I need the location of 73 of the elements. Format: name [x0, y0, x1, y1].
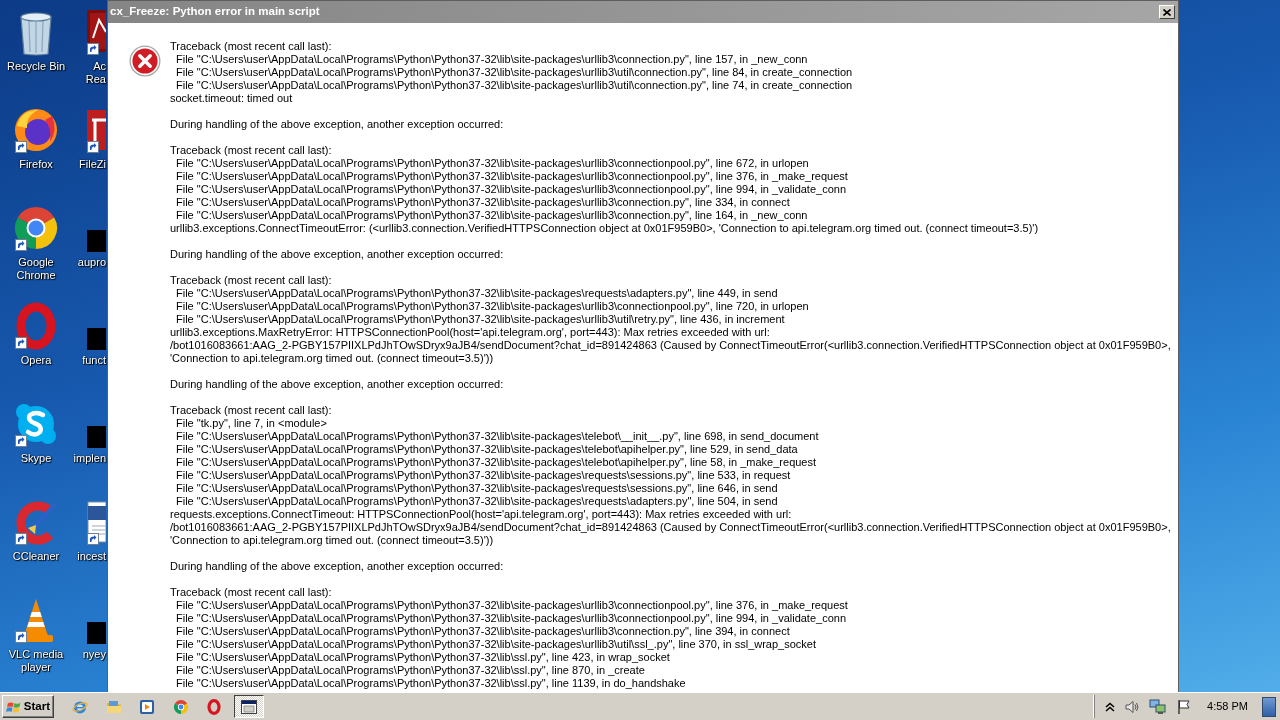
traceback-header: Traceback (most recent call last):	[170, 404, 333, 417]
exception-line: socket.timeout: timed out	[170, 92, 294, 105]
chevron-up-icon[interactable]	[1105, 701, 1116, 712]
start-button[interactable]: Start	[2, 695, 54, 718]
stack-frame-line: File "C:\Users\user\AppData\Local\Programs\Python\Python37-32\lib\site-packages\urllib3\connectionpool.py", line 994, in _validate_conn	[175, 612, 848, 625]
exception-note: During handling of the above exception, another exception occurred:	[170, 560, 505, 573]
stack-frame-line: File "tk.py", line 7, in <module>	[175, 417, 328, 430]
speaker-icon[interactable]	[1124, 698, 1141, 715]
stack-frame-line: File "C:\Users\user\AppData\Local\Programs\Python\Python37-32\lib\site-packages\urllib3\util\connection.py", line 84, in create_connection	[175, 66, 854, 79]
exception-note: During handling of the above exception, another exception occurred:	[170, 118, 505, 131]
desktop-shortcut[interactable]: Skype	[12, 400, 60, 465]
exception-line: /bot1016083661:AAG_2-PGBY157PIIXLPdJhTOwSDryx9aJB4/sendDocument?chat_id=891424863 (Caused by ConnectTimeoutError(<urllib3.connection.VerifiedHTTPSConnection object at 0x01F959B0>,	[170, 521, 1171, 534]
stack-frame-line: File "C:\Users\user\AppData\Local\Programs\Python\Python37-32\lib\site-packages\urllib3\connectionpool.py", line 376, in _make_request	[175, 599, 849, 612]
desktop-shortcut[interactable]: implen	[73, 400, 106, 465]
exception-line: 'Connection to api.telegram.org timed out. (connect timeout=3.5)'))	[170, 352, 495, 365]
stack-frame-line: File "C:\Users\user\AppData\Local\Programs\Python\Python37-32\lib\site-packages\requests\adapters.py", line 504, in send	[175, 495, 779, 508]
taskbar-button[interactable]	[234, 695, 264, 718]
stack-frame-line: File "C:\Users\user\AppData\Local\Programs\Python\Python37-32\lib\site-packages\urllib3\util\ssl_.py", line 370, in ssl_wrap_socket	[175, 638, 817, 651]
globe-icon[interactable]	[12, 106, 60, 154]
exception-note: During handling of the above exception, another exception occurred:	[170, 378, 505, 391]
exception-line: requests.exceptions.ConnectTimeout: HTTPSConnectionPool(host='api.telegram.org', port=443): Max retries exceeded with url:	[170, 508, 793, 521]
stack-frame-line: File "C:\Users\user\AppData\Local\Programs\Python\Python37-32\lib\site-packages\urllib3\connection.py", line 394, in connect	[175, 625, 791, 638]
stack-frame-line: File "C:\Users\user\AppData\Local\Programs\Python\Python37-32\lib\site-packages\urllib3\util\retry.py", line 436, in increment	[175, 313, 786, 326]
exception-line: 'Connection to api.telegram.org timed out. (connect timeout=3.5)'))	[170, 534, 495, 547]
stack-frame-line: File "C:\Users\user\AppData\Local\Programs\Python\Python37-32\lib\site-packages\urllib3\connectionpool.py", line 720, in urlopen	[175, 300, 810, 313]
stack-frame-line: File "C:\Users\user\AppData\Local\Programs\Python\Python37-32\lib\site-packages\telebot\apihelper.py", line 58, in _make_request	[175, 456, 818, 469]
show-desktop-button[interactable]	[1262, 696, 1276, 717]
desktop-shortcut[interactable]: incest	[77, 498, 106, 563]
window-title: cx_Freeze: Python error in main script	[110, 4, 320, 20]
exception-line: urllib3.exceptions.MaxRetryError: HTTPSConnectionPool(host='api.telegram.org', port=443): Max retries exceeded with url:	[170, 326, 771, 339]
stack-frame-line: File "C:\Users\user\AppData\Local\Programs\Python\Python37-32\lib\site-packages\urllib3\util\connection.py", line 74, in create_connection	[175, 79, 854, 92]
wheel-icon[interactable]	[172, 698, 189, 715]
stack-frame-line: File "C:\Users\user\AppData\Local\Programs\Python\Python37-32\lib\site-packages\urllib3\connection.py", line 164, in _new_conn	[175, 209, 809, 222]
stack-frame-line: File "C:\Users\user\AppData\Local\Programs\Python\Python37-32\lib\site-packages\urllib3\connection.py", line 334, in connect	[175, 196, 791, 209]
stack-frame-line: File "C:\Users\user\AppData\Local\Programs\Python\Python37-32\lib\site-packages\requests\adapters.py", line 449, in send	[175, 287, 779, 300]
exception-line: urllib3.exceptions.ConnectTimeoutError: (<urllib3.connection.VerifiedHTTPSConnection object at 0x01F959B0>, 'Connection to api.telegram.org timed out. (connect timeout=3.5)')	[170, 222, 1040, 235]
exception-line: /bot1016083661:AAG_2-PGBY157PIIXLPdJhTOwSDryx9aJB4/sendDocument?chat_id=891424863 (Caused by ConnectTimeoutError(<urllib3.connection.VerifiedHTTPSConnection object at 0x01F959B0>,	[170, 339, 1171, 352]
close-icon	[1163, 8, 1171, 16]
stack-frame-line: File "C:\Users\user\AppData\Local\Programs\Python\Python37-32\lib\ssl.py", line 870, in _create	[175, 664, 646, 677]
stack-frame-line: File "C:\Users\user\AppData\Local\Programs\Python\Python37-32\lib\site-packages\telebot\__init__.py", line 698, in send_document	[175, 430, 820, 443]
stack-frame-line: File "C:\Users\user\AppData\Local\Programs\Python\Python37-32\lib\site-packages\urllib3\connectionpool.py", line 994, in _validate_conn	[175, 183, 848, 196]
stack-frame-line: File "C:\Users\user\AppData\Local\Programs\Python\Python37-32\lib\site-packages\urllib3\connection.py", line 157, in _new_conn	[175, 53, 809, 66]
traceback-header: Traceback (most recent call last):	[170, 40, 333, 53]
desktop-shortcut[interactable]: CCleaner	[12, 498, 60, 563]
flag-icon[interactable]	[1176, 698, 1193, 715]
desktop-shortcut[interactable]: Google Chrome	[0, 204, 72, 282]
stack-frame-line: File "C:\Users\user\AppData\Local\Programs\Python\Python37-32\lib\ssl.py", line 1139, in do_handshake	[175, 677, 687, 690]
stack-frame-line: File "C:\Users\user\AppData\Local\Programs\Python\Python37-32\lib\site-packages\requests\sessions.py", line 646, in send	[175, 482, 779, 495]
error-icon	[129, 45, 161, 77]
desktop-shortcut[interactable]: VLC media player	[0, 596, 72, 674]
desktop-shortcut[interactable]: funct	[82, 302, 106, 367]
traceback-header: Traceback (most recent call last):	[170, 274, 333, 287]
stack-frame-line: File "C:\Users\user\AppData\Local\Programs\Python\Python37-32\lib\site-packages\telebot\apihelper.py", line 529, in send_data	[175, 443, 799, 456]
desktop-shortcut[interactable]: aupro	[77, 204, 106, 269]
traceback-header: Traceback (most recent call last):	[170, 586, 333, 599]
desktop-shortcut[interactable]: Firefox	[12, 106, 60, 171]
stack-frame-line: File "C:\Users\user\AppData\Local\Programs\Python\Python37-32\lib\site-packages\urllib3\connectionpool.py", line 376, in _make_request	[175, 170, 849, 183]
stack-frame-line: File "C:\Users\user\AppData\Local\Programs\Python\Python37-32\lib\site-packages\requests\sessions.py", line 533, in request	[175, 469, 792, 482]
desktop-shortcut[interactable]: Ac Rea	[72, 8, 106, 86]
desktop-shortcut[interactable]: nyey	[82, 596, 106, 661]
network-icon[interactable]	[1149, 698, 1168, 715]
traceback-header: Traceback (most recent call last):	[170, 144, 333, 157]
stack-frame-line: File "C:\Users\user\AppData\Local\Programs\Python\Python37-32\lib\ssl.py", line 423, in wrap_socket	[175, 651, 671, 664]
wheel-icon[interactable]	[12, 204, 60, 252]
exception-note: During handling of the above exception, another exception occurred:	[170, 248, 505, 261]
play-icon[interactable]	[139, 698, 155, 715]
clock-time[interactable]: 4:58 PM	[1207, 698, 1248, 715]
close-button[interactable]	[1159, 5, 1175, 19]
desktop-shortcut[interactable]: Recycle Bin	[6, 8, 66, 73]
stack-frame-line: File "C:\Users\user\AppData\Local\Programs\Python\Python37-32\lib\site-packages\urllib3\connectionpool.py", line 672, in urlopen	[175, 157, 810, 170]
window-icon	[241, 699, 257, 714]
desktop-shortcut[interactable]: FileZi	[79, 106, 106, 171]
desktop-shortcut[interactable]: Opera	[12, 302, 60, 367]
